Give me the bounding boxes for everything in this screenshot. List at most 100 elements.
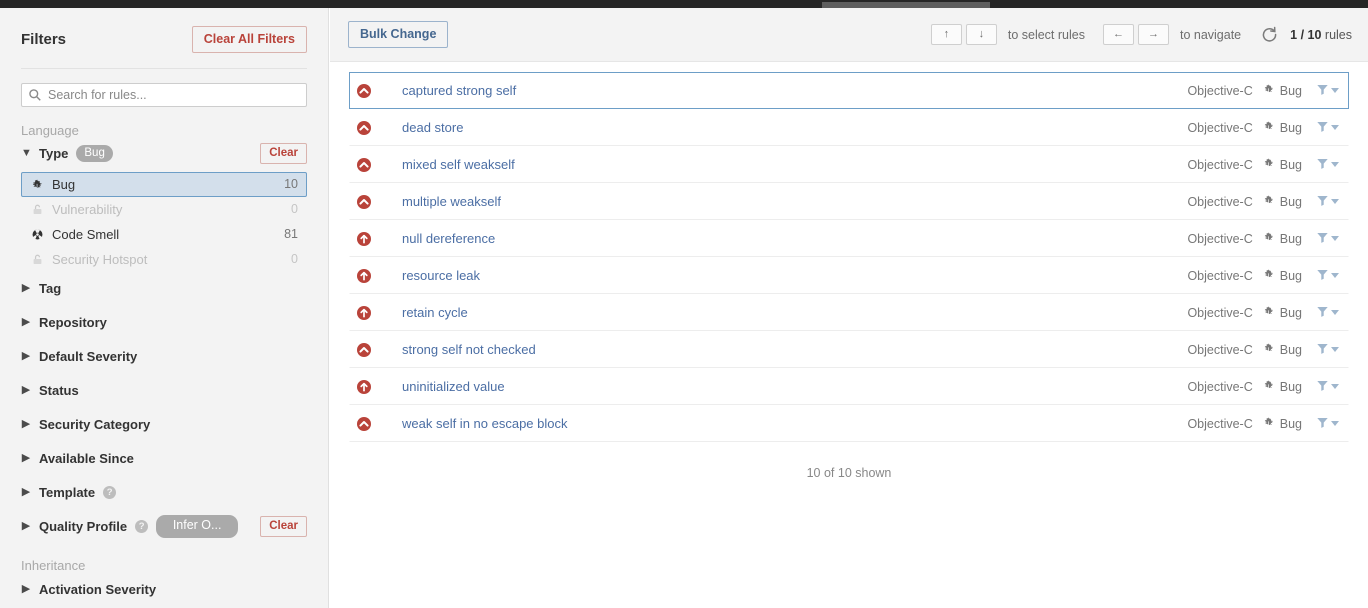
rule-name-link[interactable]: null dereference [402, 231, 1187, 246]
rule-type-label: Bug [1279, 83, 1302, 98]
rule-filter-dropdown[interactable] [1316, 305, 1339, 321]
facet-item-security-hotspot-count: 0 [291, 252, 298, 266]
facet-template-header[interactable]: ▶ Template ? [21, 476, 307, 510]
facet-default-severity-header[interactable]: ▶ Default Severity [21, 340, 307, 374]
facet-type-clear-button[interactable]: Clear [260, 142, 307, 165]
facet-quality-profile-clear-button[interactable]: Clear [260, 515, 307, 538]
rules-page: Filters Clear All Filters Language ▼ Typ… [0, 0, 1368, 608]
facet-status-label: Status [39, 383, 79, 398]
arrow-left-key-icon[interactable]: ← [1102, 24, 1134, 45]
facet-security-category-header[interactable]: ▶ Security Category [21, 408, 307, 442]
rule-filter-dropdown[interactable] [1316, 83, 1339, 99]
facet-type-badge: Bug [76, 144, 113, 163]
facet-repository-header[interactable]: ▶ Repository [21, 306, 307, 340]
rule-filter-dropdown[interactable] [1316, 268, 1339, 284]
rule-language: Objective-C [1187, 194, 1253, 209]
chevron-down-icon [1331, 310, 1339, 315]
facet-item-code-smell[interactable]: Code Smell 81 [21, 222, 307, 247]
facet-available-since-header[interactable]: ▶ Available Since [21, 442, 307, 476]
rule-name-link[interactable]: weak self in no escape block [402, 416, 1187, 431]
facet-type-header[interactable]: ▼ Type Bug Clear [21, 138, 307, 170]
search-rules-wrap [21, 82, 307, 107]
facet-type: ▼ Type Bug Clear Bug 10 Vulnerability 0 … [21, 138, 307, 272]
facet-activation-severity-header[interactable]: ▶ Activation Severity [21, 573, 307, 607]
facet-item-vulnerability[interactable]: Vulnerability 0 [21, 197, 307, 222]
chevron-down-icon [1331, 273, 1339, 278]
bug-icon [1263, 342, 1275, 357]
table-row[interactable]: null dereference Objective-C Bug [349, 220, 1349, 257]
chevron-down-icon: ▼ [21, 147, 32, 159]
funnel-icon [1316, 305, 1329, 321]
table-row[interactable]: multiple weakself Objective-C Bug [349, 183, 1349, 220]
unlock-icon [29, 253, 45, 266]
rule-filter-dropdown[interactable] [1316, 379, 1339, 395]
rule-type: Bug [1263, 120, 1302, 135]
rule-type: Bug [1263, 379, 1302, 394]
funnel-icon [1316, 157, 1329, 173]
facet-item-security-hotspot[interactable]: Security Hotspot 0 [21, 247, 307, 272]
search-input[interactable] [21, 82, 307, 107]
bulk-change-button[interactable]: Bulk Change [348, 21, 449, 48]
funnel-icon [1316, 342, 1329, 358]
facet-default-severity-label: Default Severity [39, 349, 138, 364]
rule-name-link[interactable]: multiple weakself [402, 194, 1187, 209]
rule-type-label: Bug [1279, 194, 1302, 209]
table-row[interactable]: strong self not checked Objective-C Bug [349, 331, 1349, 368]
rule-name-link[interactable]: uninitialized value [402, 379, 1187, 394]
rules-position: 1 / 10 [1290, 27, 1322, 42]
facet-item-bug[interactable]: Bug 10 [21, 171, 307, 197]
rule-name-link[interactable]: mixed self weakself [402, 157, 1187, 172]
rule-type: Bug [1263, 342, 1302, 357]
facet-item-code-smell-count: 81 [284, 227, 298, 241]
navigate-hint: to navigate [1179, 27, 1242, 42]
rule-filter-dropdown[interactable] [1316, 194, 1339, 210]
help-icon[interactable]: ? [103, 486, 117, 499]
rule-name-link[interactable]: dead store [402, 120, 1187, 135]
chevron-right-icon: ▶ [21, 452, 31, 464]
table-row[interactable]: captured strong self Objective-C Bug [349, 72, 1349, 109]
rule-filter-dropdown[interactable] [1316, 120, 1339, 136]
arrow-down-key-icon[interactable]: ↓ [965, 24, 997, 45]
reload-icon[interactable] [1259, 25, 1279, 45]
rule-filter-dropdown[interactable] [1316, 231, 1339, 247]
severity-critical-icon [357, 305, 371, 320]
filters-sidebar: Filters Clear All Filters Language ▼ Typ… [0, 8, 329, 608]
help-icon[interactable]: ? [135, 520, 149, 533]
facet-status-header[interactable]: ▶ Status [21, 374, 307, 408]
search-icon [28, 88, 42, 102]
rule-type: Bug [1263, 305, 1302, 320]
arrow-right-key-icon[interactable]: → [1137, 24, 1169, 45]
rule-name-link[interactable]: strong self not checked [402, 342, 1187, 357]
arrow-up-key-icon[interactable]: ↑ [930, 24, 962, 45]
rule-name-link[interactable]: captured strong self [402, 83, 1187, 98]
table-row[interactable]: dead store Objective-C Bug [349, 109, 1349, 146]
rule-filter-dropdown[interactable] [1316, 416, 1339, 432]
table-row[interactable]: weak self in no escape block Objective-C… [349, 405, 1349, 442]
facet-quality-profile-label: Quality Profile [39, 519, 128, 534]
facet-item-vulnerability-count: 0 [291, 202, 298, 216]
table-row[interactable]: mixed self weakself Objective-C Bug [349, 146, 1349, 183]
rules-list: captured strong self Objective-C Bug dea… [330, 62, 1368, 480]
rule-filter-dropdown[interactable] [1316, 157, 1339, 173]
rule-name-link[interactable]: resource leak [402, 268, 1187, 283]
severity-major-icon [357, 416, 371, 431]
funnel-icon [1316, 379, 1329, 395]
rule-language: Objective-C [1187, 268, 1253, 283]
clear-all-filters-button[interactable]: Clear All Filters [191, 26, 307, 53]
bug-icon [1263, 120, 1275, 135]
severity-major-icon [357, 342, 371, 357]
severity-major-icon [357, 157, 371, 172]
bug-icon [1263, 305, 1275, 320]
rule-filter-dropdown[interactable] [1316, 342, 1339, 358]
divider [21, 67, 307, 69]
facet-template-label: Template [39, 485, 96, 500]
rules-main-panel: Bulk Change ↑ ↓ to select rules ← → to n… [330, 8, 1368, 608]
facet-quality-profile-header[interactable]: ▶ Quality Profile ? Infer O... Clear [21, 510, 307, 544]
rule-name-link[interactable]: retain cycle [402, 305, 1187, 320]
facet-item-bug-count: 10 [284, 177, 298, 191]
facet-tag-header[interactable]: ▶ Tag [21, 272, 307, 306]
table-row[interactable]: retain cycle Objective-C Bug [349, 294, 1349, 331]
table-row[interactable]: resource leak Objective-C Bug [349, 257, 1349, 294]
chevron-right-icon: ▶ [21, 316, 31, 328]
table-row[interactable]: uninitialized value Objective-C Bug [349, 368, 1349, 405]
